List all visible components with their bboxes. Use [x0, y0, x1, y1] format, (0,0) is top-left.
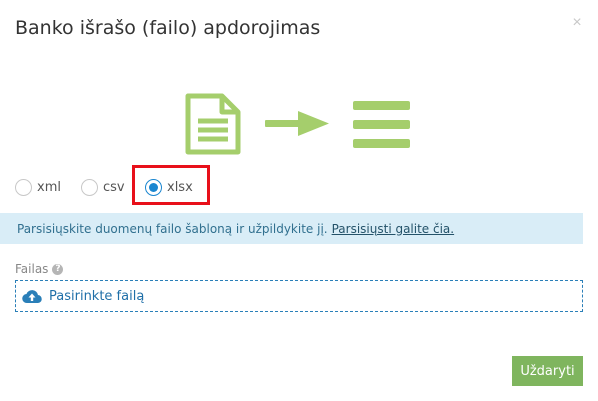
dialog-title: Banko išrašo (failo) apdorojimas [15, 17, 321, 39]
document-icon [185, 93, 241, 155]
radio-csv[interactable]: csv [81, 176, 125, 198]
radio-xml-label: xml [37, 179, 61, 195]
arrow-right-icon [265, 111, 329, 136]
radio-csv-label: csv [103, 179, 125, 195]
list-icon [353, 101, 410, 148]
info-text: Parsisiųskite duomenų failo šabloną ir u… [17, 221, 328, 236]
download-template-link[interactable]: Parsisiųsti galite čia. [332, 222, 455, 236]
bank-statement-dialog: Banko išrašo (failo) apdorojimas × xml c… [0, 0, 598, 401]
close-icon[interactable]: × [570, 14, 584, 32]
radio-csv-circle[interactable] [81, 178, 98, 196]
file-label-text: Failas [15, 262, 49, 276]
template-info-alert: Parsisiųskite duomenų failo šabloną ir u… [0, 213, 583, 244]
choose-file-label: Pasirinkte failą [49, 288, 145, 304]
cloud-upload-icon [22, 290, 42, 304]
radio-xml-circle[interactable] [15, 178, 32, 196]
radio-xml[interactable]: xml [15, 176, 61, 198]
help-icon[interactable]: ? [52, 263, 64, 275]
file-upload-dropzone[interactable]: Pasirinkte failą [15, 280, 583, 312]
conversion-illustration [185, 93, 410, 155]
close-button[interactable]: Uždaryti [512, 356, 583, 386]
file-field-label: Failas ? [15, 262, 64, 276]
xlsx-highlight-frame [132, 165, 210, 205]
